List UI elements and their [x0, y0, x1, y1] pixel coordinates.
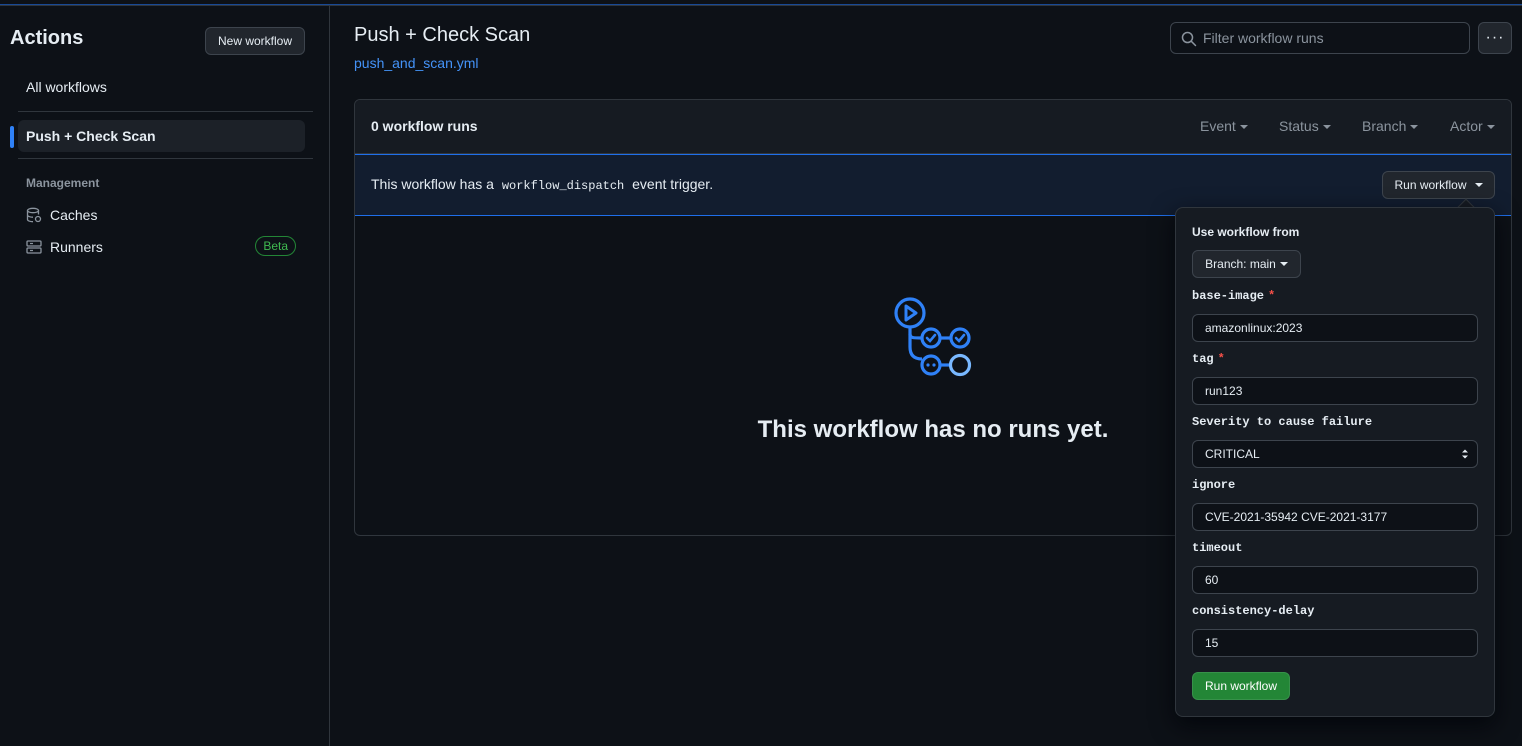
- runs-header: 0 workflow runs Event Status Branch Acto…: [355, 100, 1511, 154]
- status-filter[interactable]: Status: [1279, 118, 1331, 134]
- branch-label: Branch: main: [1205, 257, 1276, 271]
- status-filter-label: Status: [1279, 118, 1319, 134]
- tag-label: tag *: [1192, 352, 1225, 366]
- active-indicator: [10, 126, 14, 148]
- ignore-input[interactable]: [1192, 503, 1478, 531]
- sidebar-item-all-workflows[interactable]: All workflows: [18, 71, 305, 103]
- run-workflow-popover: Use workflow from Branch: main base-imag…: [1175, 207, 1495, 717]
- timeout-label: timeout: [1192, 541, 1243, 555]
- workflow-graph-icon: [894, 297, 972, 377]
- search-icon: [1181, 31, 1197, 47]
- required-marker: *: [1268, 289, 1276, 303]
- severity-select[interactable]: CRITICAL: [1192, 440, 1478, 468]
- actor-filter-label: Actor: [1450, 118, 1483, 134]
- branch-filter-label: Branch: [1362, 118, 1407, 134]
- dispatch-message: This workflow has a workflow_dispatch ev…: [371, 176, 713, 193]
- base-image-label: base-image *: [1192, 289, 1275, 303]
- sidebar-title: Actions: [10, 27, 84, 49]
- ignore-label: ignore: [1192, 478, 1236, 492]
- caret-down-icon: [1279, 262, 1288, 266]
- run-workflow-label: Run workflow: [1394, 178, 1467, 192]
- dispatch-suffix: event trigger.: [632, 176, 714, 192]
- new-workflow-button[interactable]: New workflow: [205, 27, 305, 55]
- branch-filter[interactable]: Branch: [1362, 118, 1419, 134]
- required-marker: *: [1217, 352, 1225, 366]
- sidebar-item-push-check-scan[interactable]: Push + Check Scan: [18, 120, 305, 152]
- caret-down-icon: [1410, 125, 1419, 130]
- branch-select-button[interactable]: Branch: main: [1192, 250, 1301, 278]
- run-workflow-dropdown-button[interactable]: Run workflow: [1382, 171, 1495, 199]
- more-options-button[interactable]: ···: [1478, 22, 1512, 54]
- server-icon: [26, 240, 42, 254]
- select-arrows-icon: [1462, 449, 1468, 459]
- sidebar-item-runners[interactable]: Runners Beta: [18, 233, 305, 261]
- filter-runs-input[interactable]: [1203, 23, 1463, 53]
- event-filter-label: Event: [1200, 118, 1236, 134]
- consistency-delay-label: consistency-delay: [1192, 604, 1315, 618]
- workflow-file-link[interactable]: push_and_scan.yml: [354, 55, 479, 71]
- sidebar-item-caches[interactable]: Caches: [18, 201, 305, 229]
- timeout-input[interactable]: [1192, 566, 1478, 594]
- actions-sidebar: Actions New workflow All workflows Push …: [0, 6, 330, 746]
- filter-runs-search: [1170, 22, 1470, 54]
- severity-value: CRITICAL: [1205, 447, 1260, 461]
- runners-label: Runners: [50, 239, 103, 255]
- base-image-label-text: base-image: [1192, 289, 1265, 303]
- severity-label: Severity to cause failure: [1192, 415, 1373, 429]
- caret-down-icon: [1474, 183, 1483, 187]
- sidebar-divider: [18, 158, 313, 159]
- caret-down-icon: [1486, 125, 1495, 130]
- tag-label-text: tag: [1192, 352, 1214, 366]
- management-heading: Management: [26, 176, 100, 190]
- event-filter[interactable]: Event: [1200, 118, 1248, 134]
- consistency-delay-input[interactable]: [1192, 629, 1478, 657]
- database-icon: [26, 207, 42, 223]
- dispatch-prefix: This workflow has a: [371, 176, 494, 192]
- tag-input[interactable]: [1192, 377, 1478, 405]
- run-workflow-submit-button[interactable]: Run workflow: [1192, 672, 1290, 700]
- runs-count: 0 workflow runs: [371, 118, 478, 134]
- caret-down-icon: [1239, 125, 1248, 130]
- actor-filter[interactable]: Actor: [1450, 118, 1495, 134]
- use-workflow-from-label: Use workflow from: [1192, 225, 1300, 239]
- caret-down-icon: [1322, 125, 1331, 130]
- sidebar-divider: [18, 111, 313, 112]
- caches-label: Caches: [50, 207, 98, 223]
- beta-badge: Beta: [255, 236, 296, 256]
- base-image-input[interactable]: [1192, 314, 1478, 342]
- dispatch-code: workflow_dispatch: [501, 179, 625, 193]
- page-title: Push + Check Scan: [354, 24, 531, 46]
